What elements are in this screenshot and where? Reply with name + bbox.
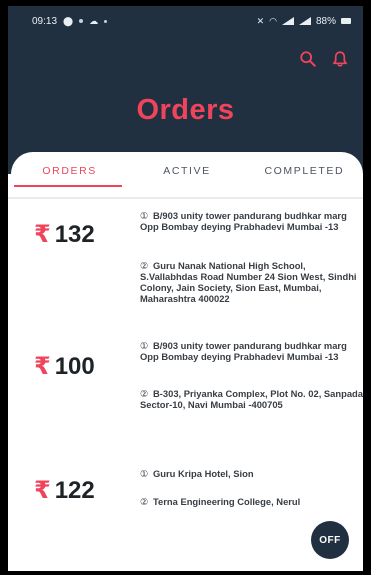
pickup-index: ① <box>140 340 149 351</box>
rupee-symbol: ₹ <box>34 221 51 248</box>
mute-icon: ✕ <box>256 15 265 26</box>
drop-text: B-303, Priyanka Complex, Plot No. 02, Sa… <box>140 388 363 410</box>
order-amount: ₹132 <box>34 220 134 249</box>
order-amount: ₹122 <box>34 476 134 505</box>
pickup-index: ① <box>140 210 149 221</box>
rupee-symbol: ₹ <box>34 353 51 380</box>
duty-toggle-button[interactable]: OFF <box>311 521 349 559</box>
battery-percent: 88% <box>315 15 336 27</box>
tab-active[interactable]: ACTIVE <box>128 152 245 196</box>
drop-index: ② <box>140 388 149 399</box>
order-amount-value: 132 <box>54 221 95 248</box>
search-icon[interactable] <box>299 50 317 68</box>
order-card[interactable]: ₹100 ① B/903 unity tower pandurang budhk… <box>8 328 363 456</box>
drop-text: Guru Nanak National High School, S.Valla… <box>140 260 357 304</box>
order-card[interactable]: ₹122 ① Guru Kripa Hotel, Sion ② Terna En… <box>8 456 363 566</box>
order-list: ₹132 ① B/903 unity tower pandurang budhk… <box>8 206 363 566</box>
order-amount-value: 100 <box>54 353 95 380</box>
order-amount-value: 122 <box>54 477 95 504</box>
drop-index: ② <box>140 260 149 271</box>
screen: 09:13 ⬤ ☁ ✕ ◠ 88% Orders ORDERS ACTIVE C… <box>8 6 363 571</box>
pickup-index: ① <box>140 468 149 479</box>
battery-icon <box>341 18 351 24</box>
status-time: 09:13 <box>32 15 58 27</box>
wifi-icon: ◠ <box>269 15 277 26</box>
tab-divider <box>8 197 363 199</box>
pickup-text: Guru Kripa Hotel, Sion <box>153 468 254 479</box>
signal-2-icon <box>298 17 311 25</box>
tab-completed[interactable]: COMPLETED <box>246 152 363 196</box>
order-amount: ₹100 <box>34 352 134 381</box>
device-frame: 09:13 ⬤ ☁ ✕ ◠ 88% Orders ORDERS ACTIVE C… <box>0 0 371 575</box>
drop-text: Terna Engineering College, Nerul <box>153 496 301 507</box>
pickup-address: ① B/903 unity tower pandurang budhkar ma… <box>140 210 363 232</box>
pickup-address: ① Guru Kripa Hotel, Sion <box>140 468 363 479</box>
status-bar: 09:13 ⬤ ☁ ✕ ◠ 88% <box>8 6 363 36</box>
pickup-address: ① B/903 unity tower pandurang budhkar ma… <box>140 340 363 362</box>
pickup-text: B/903 unity tower pandurang budhkar marg… <box>140 340 347 362</box>
more-dot-icon <box>104 19 108 23</box>
drop-address: ② Guru Nanak National High School, S.Val… <box>140 260 363 304</box>
header-actions <box>299 50 349 68</box>
location-icon: ⬤ <box>63 15 74 26</box>
drop-index: ② <box>140 496 149 507</box>
drop-address: ② Terna Engineering College, Nerul <box>140 496 363 507</box>
notification-dot-icon <box>79 19 84 23</box>
tab-bar: ORDERS ACTIVE COMPLETED <box>11 152 363 196</box>
app-header: 09:13 ⬤ ☁ ✕ ◠ 88% Orders <box>8 6 363 174</box>
bell-icon[interactable] <box>331 50 349 68</box>
page-title: Orders <box>136 94 235 126</box>
rupee-symbol: ₹ <box>34 477 51 504</box>
order-card[interactable]: ₹132 ① B/903 unity tower pandurang budhk… <box>8 206 363 328</box>
cloud-icon: ☁ <box>89 15 99 26</box>
pickup-text: B/903 unity tower pandurang budhkar marg… <box>140 210 347 232</box>
tab-orders[interactable]: ORDERS <box>11 152 128 196</box>
signal-icon <box>281 17 294 25</box>
drop-address: ② B-303, Priyanka Complex, Plot No. 02, … <box>140 388 363 410</box>
